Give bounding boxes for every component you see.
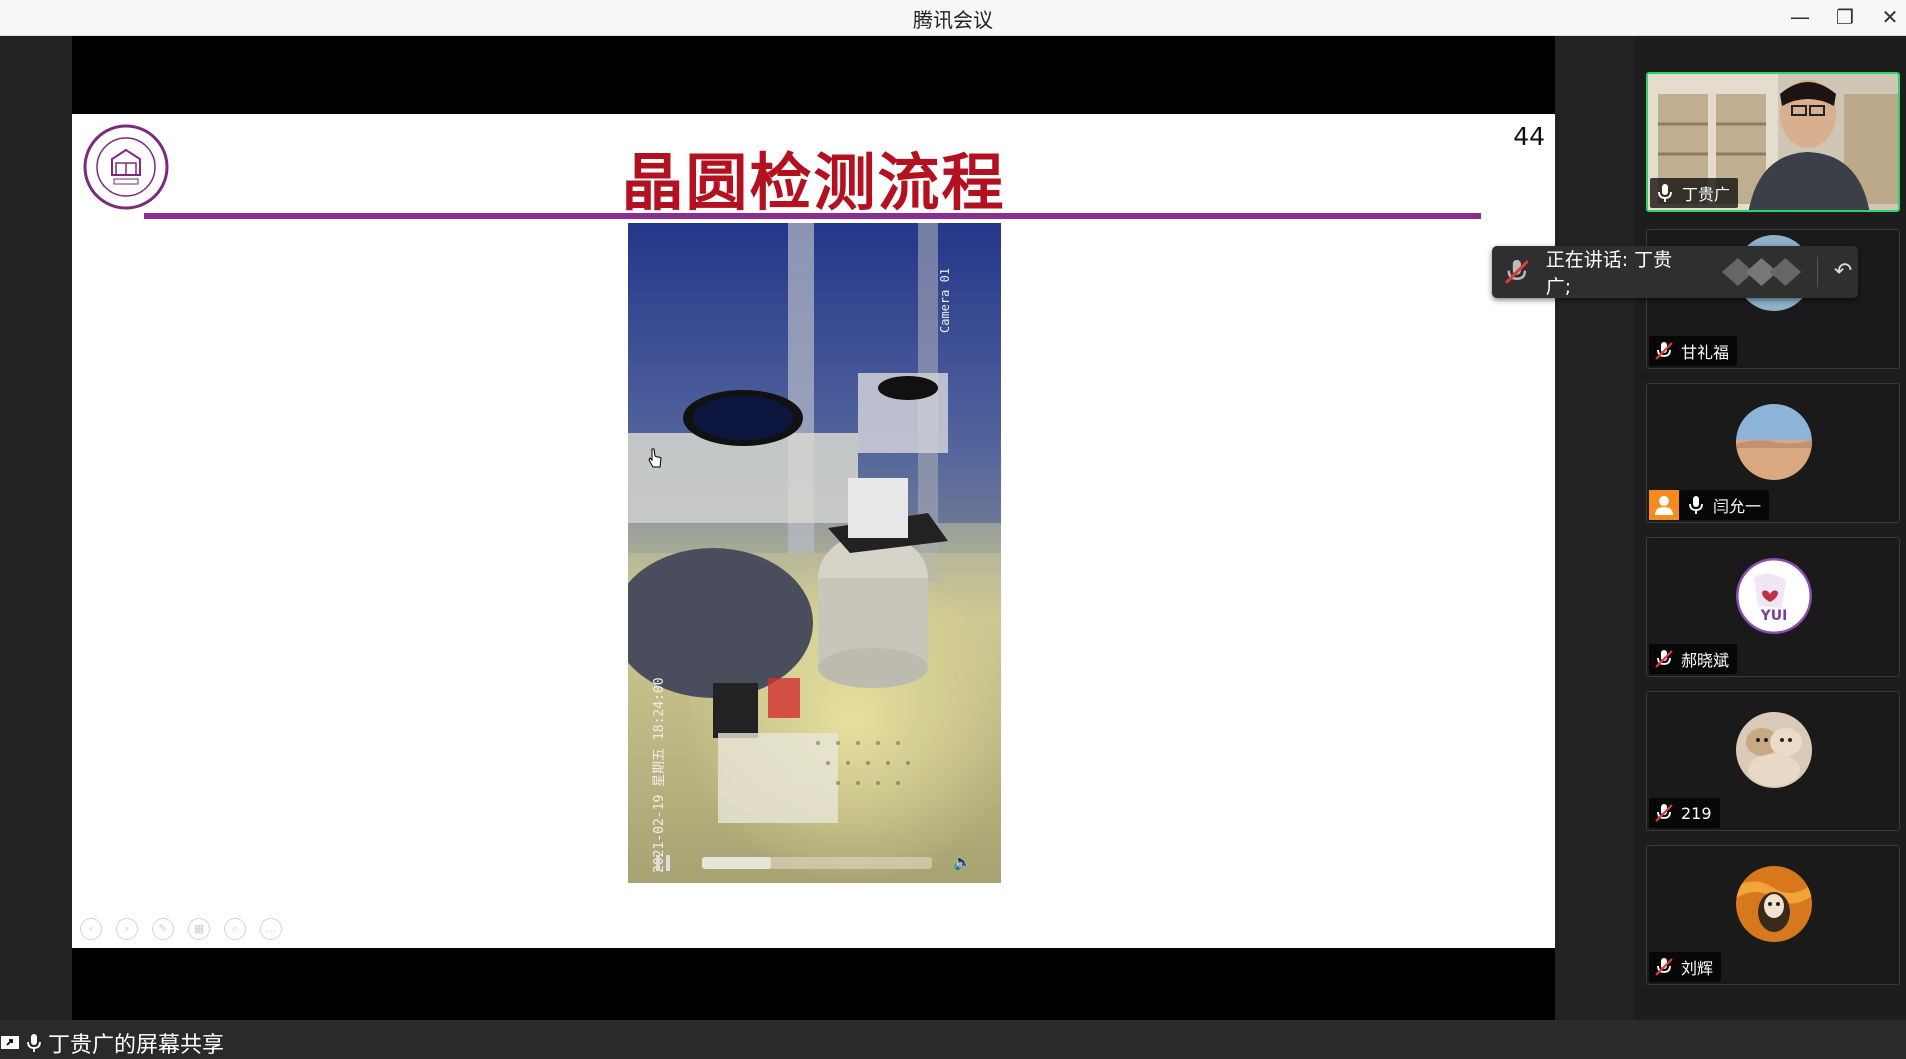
muted-microphone-icon xyxy=(1655,804,1673,822)
more-options-icon[interactable]: … xyxy=(260,918,282,940)
participant-name-tag: 丁贵广 xyxy=(1650,178,1739,208)
participant-name: 甘礼福 xyxy=(1681,343,1730,362)
participant-name: 丁贵广 xyxy=(1682,185,1731,204)
microphone-icon xyxy=(1689,496,1703,514)
slide-page-number: 44 xyxy=(1513,122,1545,151)
letterbox-top xyxy=(72,36,1555,114)
window-titlebar: 腾讯会议 — ❐ ✕ xyxy=(0,0,1906,36)
letterbox-bottom xyxy=(72,948,1555,1020)
participants-panel: 丁贵广 甘礼福 闫允一 YUI 郝晓斌 219 刘辉 xyxy=(1634,36,1906,1020)
volume-icon[interactable]: 🔈 xyxy=(953,853,972,871)
close-button[interactable]: ✕ xyxy=(1870,2,1906,32)
video-controls: 🔈 xyxy=(628,843,1001,883)
participant-tile-5[interactable]: 刘辉 xyxy=(1646,845,1900,985)
microphone-icon xyxy=(27,1034,41,1052)
muted-microphone-icon xyxy=(1655,650,1673,668)
speaking-indicator-popup: 正在讲话: 丁贵广; ↶ xyxy=(1492,246,1858,298)
speaking-text: 正在讲话: 丁贵广; xyxy=(1545,249,1673,298)
screen-share-icon xyxy=(1,1036,19,1049)
participant-tile-3[interactable]: YUI 郝晓斌 xyxy=(1646,537,1900,677)
muted-microphone-icon xyxy=(1655,342,1673,360)
pen-icon[interactable]: ✎ xyxy=(152,918,174,940)
participant-name-tag: 郝晓斌 xyxy=(1649,644,1738,674)
person-icon xyxy=(1649,490,1679,520)
shared-screen-stage: 晶圆检测流程 44 Camera 01 2021-02-19 星期五 18:24… xyxy=(0,36,1634,1058)
speaking-avatars-blurred xyxy=(1722,258,1802,286)
avatar: YUI xyxy=(1736,558,1812,634)
participant-name-tag: 219 xyxy=(1649,798,1720,828)
participant-name-tag: 甘礼福 xyxy=(1649,336,1738,366)
next-slide-icon[interactable]: › xyxy=(116,918,138,940)
collapse-reply-icon[interactable]: ↶ xyxy=(1828,257,1858,287)
zoom-icon[interactable]: ⌕ xyxy=(224,918,246,940)
pause-icon[interactable] xyxy=(656,855,670,871)
muted-microphone-icon xyxy=(1505,259,1529,284)
participant-name-tag: 闫允一 xyxy=(1649,490,1770,520)
participant-name: 闫允一 xyxy=(1713,497,1762,516)
participant-name: 郝晓斌 xyxy=(1681,651,1730,670)
restore-button[interactable]: ❐ xyxy=(1825,2,1865,32)
presentation-slide: 晶圆检测流程 44 Camera 01 2021-02-19 星期五 18:24… xyxy=(72,114,1555,948)
video-progress-fill xyxy=(702,857,771,869)
minimize-button[interactable]: — xyxy=(1780,2,1820,32)
participant-name: 刘辉 xyxy=(1681,959,1714,978)
participant-tile-0[interactable]: 丁贵广 xyxy=(1646,72,1900,212)
video-camera-label: Camera 01 xyxy=(938,267,952,333)
video-progress-bar[interactable] xyxy=(702,857,932,869)
title-divider xyxy=(144,213,1481,219)
participant-tile-2[interactable]: 闫允一 xyxy=(1646,383,1900,523)
popup-divider xyxy=(1817,257,1819,287)
slide-title: 晶圆检测流程 xyxy=(621,146,1006,219)
screen-share-label: 丁贵广的屏幕共享 xyxy=(48,1033,225,1058)
participant-name: 219 xyxy=(1681,803,1712,823)
muted-microphone-icon xyxy=(1655,958,1673,976)
previous-slide-icon[interactable]: ‹ xyxy=(80,918,102,940)
participant-name-tag: 刘辉 xyxy=(1649,952,1722,982)
hand-cursor-icon xyxy=(648,448,662,468)
avatar xyxy=(1736,866,1812,942)
avatar xyxy=(1736,404,1812,480)
slide-toolbar: ‹ › ✎ ▦ ⌕ … xyxy=(80,918,282,942)
embedded-video[interactable]: Camera 01 2021-02-19 星期五 18:24:00 🔈 xyxy=(628,223,1001,883)
window-title: 腾讯会议 xyxy=(913,8,993,32)
svg-text:YUI: YUI xyxy=(1760,608,1788,624)
slides-grid-icon[interactable]: ▦ xyxy=(188,918,210,940)
avatar xyxy=(1736,712,1812,788)
microphone-icon xyxy=(1658,184,1672,202)
screen-share-indicator: 丁贵广的屏幕共享 xyxy=(0,1030,225,1058)
participant-tile-4[interactable]: 219 xyxy=(1646,691,1900,831)
